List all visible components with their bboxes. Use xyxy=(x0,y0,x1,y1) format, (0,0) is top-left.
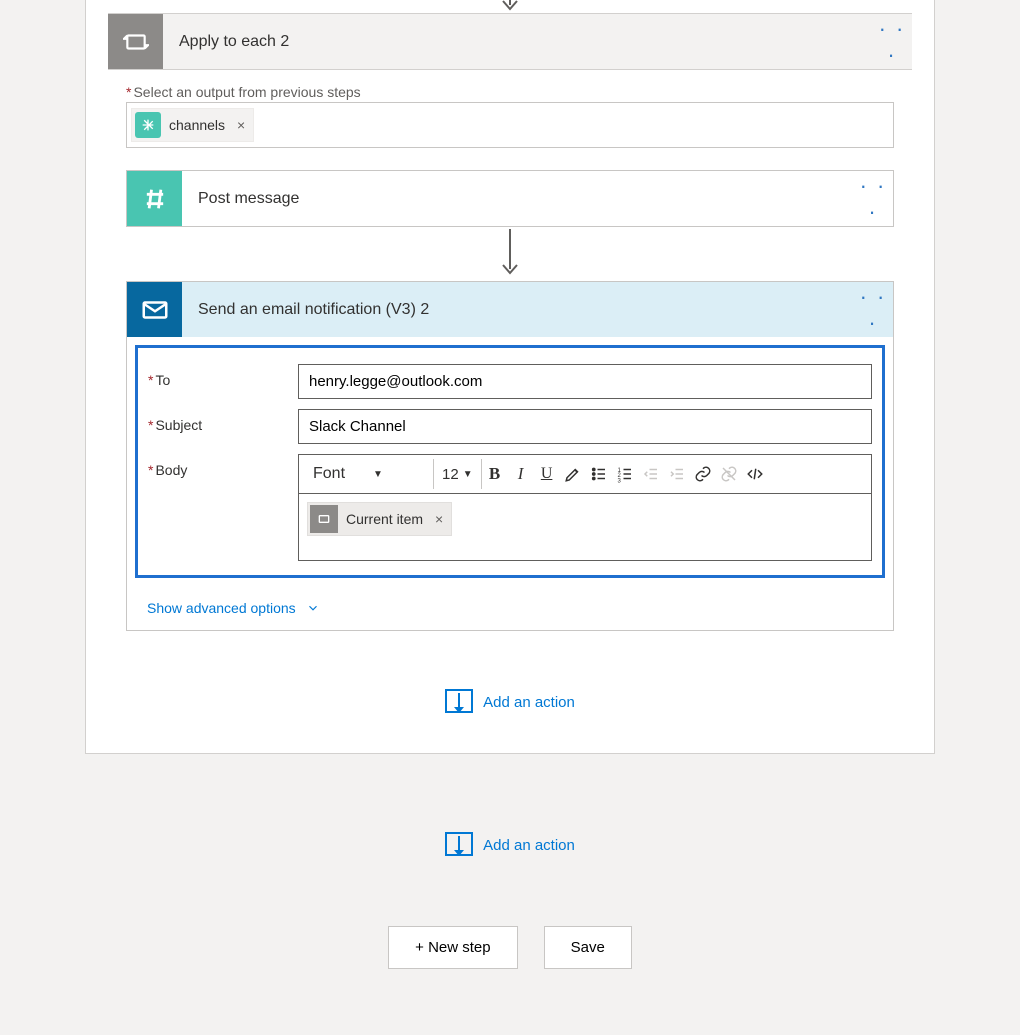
link-button[interactable] xyxy=(690,459,716,489)
body-row: *Body Font ▼ 12 ▼ B I U xyxy=(148,454,872,561)
channels-chip-remove[interactable]: × xyxy=(237,117,245,133)
post-message-menu[interactable]: · · · xyxy=(853,173,893,225)
unlink-button[interactable] xyxy=(716,459,742,489)
current-item-remove[interactable]: × xyxy=(435,511,443,527)
subject-input[interactable] xyxy=(298,409,872,444)
add-action-outer[interactable]: Add an action xyxy=(0,834,1020,856)
channels-chip[interactable]: channels × xyxy=(131,108,254,142)
channels-chip-label: channels xyxy=(169,117,225,133)
to-row: *To xyxy=(148,364,872,399)
mail-icon xyxy=(127,282,182,337)
flow-canvas: Apply to each 2 · · · *Select an output … xyxy=(85,0,935,754)
arrow-into-apply xyxy=(86,0,934,13)
highlight-button[interactable] xyxy=(560,459,586,489)
svg-text:3: 3 xyxy=(617,478,621,483)
font-size-select[interactable]: 12 ▼ xyxy=(434,459,482,489)
italic-button[interactable]: I xyxy=(508,459,534,489)
bullet-list-button[interactable] xyxy=(586,459,612,489)
add-action-inner[interactable]: Add an action xyxy=(86,691,934,713)
current-item-label: Current item xyxy=(346,511,423,527)
send-email-form: *To *Subject *Body Font ▼ xyxy=(135,345,885,578)
apply-to-each-menu[interactable]: · · · xyxy=(872,16,912,68)
apply-to-each-title: Apply to each 2 xyxy=(163,33,872,51)
post-message-action: Post message · · · xyxy=(126,170,894,227)
body-editor[interactable]: Current item × xyxy=(298,493,872,561)
insert-step-icon xyxy=(445,834,473,856)
font-select-label: Font xyxy=(313,465,345,483)
chevron-down-icon xyxy=(306,601,320,615)
current-item-chip[interactable]: Current item × xyxy=(307,502,452,536)
rte-toolbar: Font ▼ 12 ▼ B I U xyxy=(298,454,872,493)
subject-label: *Subject xyxy=(148,409,298,433)
advanced-options-label: Show advanced options xyxy=(147,600,296,616)
caret-down-icon: ▼ xyxy=(373,469,383,480)
loop-icon xyxy=(310,505,338,533)
new-step-button[interactable]: + New step xyxy=(388,926,517,969)
font-size-label: 12 xyxy=(442,466,459,483)
post-message-header[interactable]: Post message · · · xyxy=(127,171,893,226)
send-email-title: Send an email notification (V3) 2 xyxy=(182,301,853,319)
add-action-label: Add an action xyxy=(483,694,575,711)
underline-button[interactable]: U xyxy=(534,459,560,489)
code-view-button[interactable] xyxy=(742,459,768,489)
insert-step-icon xyxy=(445,691,473,713)
select-output-text: Select an output from previous steps xyxy=(133,84,360,100)
loop-icon xyxy=(108,14,163,69)
add-action-label: Add an action xyxy=(483,837,575,854)
caret-down-icon: ▼ xyxy=(463,469,473,480)
select-output-label: *Select an output from previous steps xyxy=(126,84,894,100)
to-input[interactable] xyxy=(298,364,872,399)
slack-icon xyxy=(135,112,161,138)
hash-icon xyxy=(127,171,182,226)
outdent-button[interactable] xyxy=(638,459,664,489)
footer-buttons: + New step Save xyxy=(0,926,1020,969)
indent-button[interactable] xyxy=(664,459,690,489)
bold-button[interactable]: B xyxy=(482,459,508,489)
show-advanced-options[interactable]: Show advanced options xyxy=(147,600,320,616)
send-email-menu[interactable]: · · · xyxy=(853,284,893,336)
send-email-header[interactable]: Send an email notification (V3) 2 · · · xyxy=(127,282,893,337)
send-email-action: Send an email notification (V3) 2 · · · … xyxy=(126,281,894,631)
subject-row: *Subject xyxy=(148,409,872,444)
font-select[interactable]: Font ▼ xyxy=(303,459,434,489)
arrow-post-to-email xyxy=(86,229,934,279)
save-button[interactable]: Save xyxy=(544,926,632,969)
body-label: *Body xyxy=(148,454,298,478)
apply-to-each-header[interactable]: Apply to each 2 · · · xyxy=(108,13,912,70)
post-message-title: Post message xyxy=(182,190,853,208)
select-output-field[interactable]: channels × xyxy=(126,102,894,148)
to-label: *To xyxy=(148,364,298,388)
numbered-list-button[interactable]: 123 xyxy=(612,459,638,489)
